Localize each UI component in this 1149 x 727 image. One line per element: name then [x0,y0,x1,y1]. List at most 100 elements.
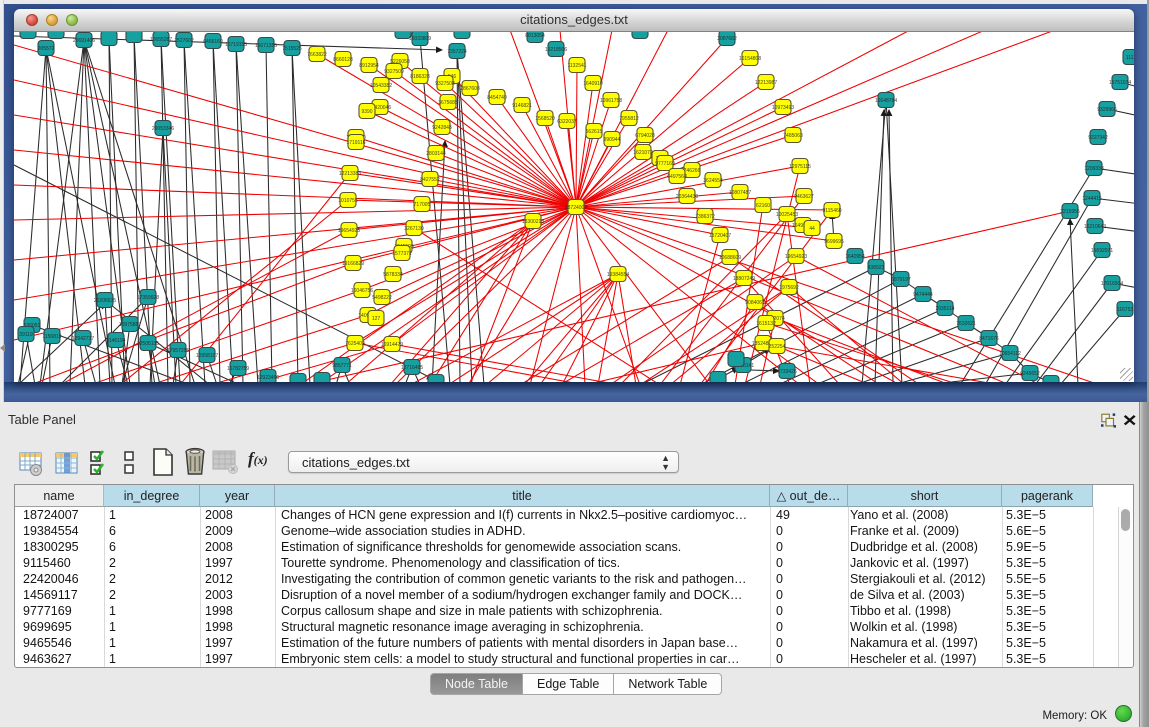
svg-text:9463627: 9463627 [794,194,814,200]
svg-text:9777169: 9777169 [655,161,675,167]
svg-text:6794028: 6794028 [635,133,655,139]
svg-text:2087682: 2087682 [717,36,737,42]
svg-text:12975115: 12975115 [789,164,811,170]
svg-text:116753: 116753 [1117,307,1134,313]
svg-text:8454749: 8454749 [487,95,507,101]
svg-text:10688609: 10688609 [719,255,741,261]
svg-text:3624554: 3624554 [703,178,723,184]
svg-text:7515525: 7515525 [282,46,302,52]
svg-text:1577371: 1577371 [392,251,412,257]
svg-text:3675685: 3675685 [438,100,458,106]
svg-text:12213383: 12213383 [339,171,361,177]
svg-text:20364436: 20364436 [676,194,698,200]
svg-text:562615: 562615 [586,129,603,135]
svg-text:10975887: 10975887 [119,322,141,328]
svg-text:9329966: 9329966 [1097,107,1117,113]
svg-text:1621072: 1621072 [633,150,653,156]
svg-text:12923466: 12923466 [257,375,279,381]
svg-text:19654925: 19654925 [338,228,360,234]
svg-text:62160: 62160 [756,203,770,209]
svg-text:9245652: 9245652 [1020,371,1040,377]
svg-text:1615132: 1615132 [756,321,776,327]
svg-text:16154808: 16154808 [739,56,761,62]
svg-text:9242848: 9242848 [432,125,452,131]
svg-text:2803144: 2803144 [426,151,446,157]
svg-text:7357224: 7357224 [447,49,467,55]
svg-text:10958107: 10958107 [196,353,218,359]
svg-text:12942737: 12942737 [72,336,94,342]
svg-text:7955812: 7955812 [619,116,639,122]
svg-text:1132541: 1132541 [567,63,586,69]
svg-text:10973493: 10973493 [772,105,794,111]
svg-text:8912954: 8912954 [359,63,379,69]
svg-text:16914479: 16914479 [381,342,403,348]
svg-text:8186328: 8186328 [410,74,430,80]
svg-text:1156819: 1156819 [42,334,61,340]
svg-text:7663822: 7663822 [307,52,327,58]
svg-text:1719116: 1719116 [346,140,365,146]
svg-text:252254: 252254 [769,344,786,350]
svg-text:15692971: 15692971 [1091,248,1113,254]
svg-text:19654923: 19654923 [785,254,807,260]
svg-text:16033809: 16033809 [409,36,431,42]
svg-text:3267130: 3267130 [404,226,424,232]
svg-text:44: 44 [809,226,815,232]
svg-text:10807487: 10807487 [729,190,751,196]
svg-text:20206535: 20206535 [94,298,116,304]
svg-text:127: 127 [372,316,381,322]
svg-text:17016504: 17016504 [1101,281,1123,287]
svg-text:15720407: 15720407 [709,233,731,239]
svg-text:16782759: 16782759 [227,366,249,372]
svg-text:7386372: 7386372 [695,214,715,220]
svg-text:1010755: 1010755 [338,198,358,204]
svg-text:8660128: 8660128 [333,57,353,63]
svg-text:19384554: 19384554 [607,272,629,278]
svg-text:18300213: 18300213 [522,219,544,225]
svg-text:3215955: 3215955 [1060,209,1080,215]
svg-text:6497568: 6497568 [667,174,687,180]
svg-text:13716485: 13716485 [401,365,423,371]
svg-text:8471676: 8471676 [979,336,999,342]
svg-text:19166829: 19166829 [342,261,364,267]
svg-text:1209338: 1209338 [1084,166,1104,172]
svg-text:16648784: 16648784 [875,98,897,104]
svg-text:6879197: 6879197 [891,277,911,283]
svg-text:10654112: 10654112 [999,351,1021,357]
svg-text:2867608: 2867608 [460,86,480,92]
svg-text:438923: 438923 [868,265,885,271]
svg-text:1640954: 1640954 [845,254,865,260]
svg-text:9327509: 9327509 [384,69,404,75]
svg-text:9146821: 9146821 [512,103,532,109]
svg-text:1244415: 1244415 [1082,196,1102,202]
svg-text:717005: 717005 [414,202,431,208]
svg-text:16210643: 16210643 [1084,224,1106,230]
svg-text:7632621: 7632621 [956,321,976,327]
svg-text:1527602: 1527602 [174,38,194,44]
svg-text:7485063: 7485063 [783,133,803,139]
svg-text:9699695: 9699695 [824,239,844,245]
svg-text:5878334: 5878334 [383,272,403,278]
svg-text:18807249: 18807249 [733,276,755,282]
svg-text:10025453: 10025453 [776,212,798,218]
svg-text:1568520: 1568520 [535,116,555,122]
svg-text:9115460: 9115460 [822,208,841,214]
svg-text:1145194: 1145194 [106,338,125,344]
svg-text:1112: 1112 [1126,55,1134,61]
svg-text:9084067: 9084067 [745,300,765,306]
svg-text:9857771: 9857771 [332,363,352,369]
svg-text:18724007: 18724007 [565,205,587,211]
svg-text:1640910: 1640910 [583,81,603,87]
svg-text:2935114: 2935114 [935,306,954,312]
svg-text:9390: 9390 [361,109,372,115]
svg-text:7625402: 7625402 [345,341,365,347]
svg-text:10543382: 10543382 [370,83,392,89]
svg-text:205572: 205572 [38,46,55,52]
svg-text:20691406: 20691406 [73,38,95,44]
svg-text:29053346: 29053346 [152,126,174,132]
svg-text:8813054: 8813054 [525,33,545,39]
svg-text:17957255: 17957255 [167,348,189,354]
svg-text:10719155: 10719155 [225,42,247,48]
svg-text:15751074: 15751074 [1109,80,1131,86]
svg-text:8427552: 8427552 [420,177,440,183]
svg-text:1975692: 1975692 [779,285,799,291]
